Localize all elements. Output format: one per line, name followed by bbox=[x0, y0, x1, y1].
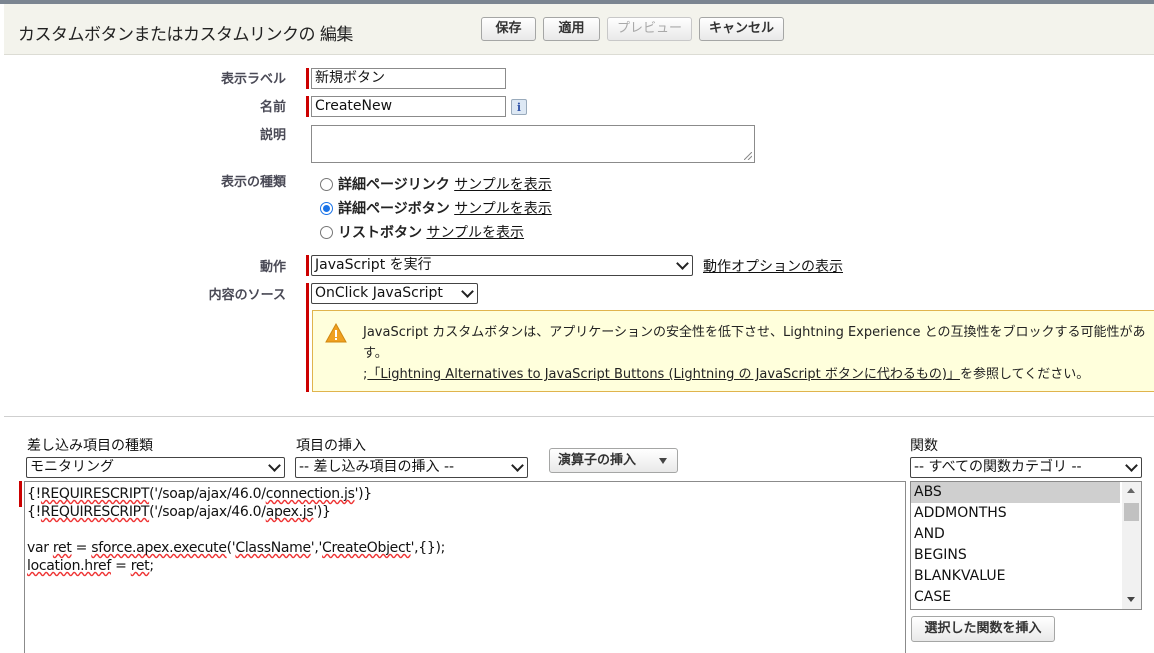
function-listbox[interactable]: ABS ADDMONTHS AND BEGINS BLANKVALUE CASE bbox=[910, 481, 1142, 610]
cancel-button[interactable]: キャンセル bbox=[699, 17, 784, 41]
radio-label: リストボタン bbox=[338, 225, 422, 241]
sample-link[interactable]: サンプルを表示 bbox=[454, 201, 552, 217]
behavior-label: 動作 bbox=[259, 260, 286, 275]
name-input[interactable]: CreateNew bbox=[311, 96, 506, 117]
insert-field-select[interactable]: -- 差し込み項目の挿入 -- bbox=[295, 457, 528, 478]
section-divider bbox=[4, 416, 1154, 417]
functions-label: 関数 bbox=[910, 438, 938, 454]
required-indicator bbox=[306, 255, 309, 276]
function-list-item[interactable]: ABS bbox=[911, 482, 1120, 503]
lightning-alternatives-link[interactable]: 「Lightning Alternatives to JavaScript Bu… bbox=[367, 367, 960, 382]
behavior-select-value: JavaScript を実行 bbox=[315, 257, 432, 273]
page-header: カスタムボタンまたはカスタムリンクの 編集 保存 適用 プレビュー キャンセル bbox=[4, 4, 1154, 55]
function-category-select[interactable]: -- すべての関数カテゴリ -- bbox=[910, 457, 1142, 478]
function-list-item[interactable]: BLANKVALUE bbox=[911, 566, 1120, 587]
warning-link-suffix: を参照してください。 bbox=[959, 367, 1090, 382]
scroll-up-icon[interactable] bbox=[1127, 488, 1135, 493]
code-line: {!REQUIRESCRIPT('/soap/ajax/46.0/apex.js… bbox=[27, 504, 331, 520]
radio-checked-icon[interactable] bbox=[320, 202, 333, 215]
apply-button[interactable]: 適用 bbox=[543, 17, 600, 41]
content-source-label: 内容のソース bbox=[208, 288, 286, 303]
required-indicator bbox=[306, 96, 309, 117]
behavior-options-link[interactable]: 動作オプションの表示 bbox=[703, 256, 843, 276]
function-list-item[interactable]: CASE bbox=[911, 587, 1120, 608]
insert-field-label: 項目の挿入 bbox=[296, 438, 366, 454]
description-textarea[interactable] bbox=[311, 125, 755, 163]
page-title: カスタムボタンまたはカスタムリンクの 編集 bbox=[18, 25, 353, 45]
code-editor[interactable]: {!REQUIRESCRIPT('/soap/ajax/46.0/connect… bbox=[24, 481, 906, 653]
content-source-select[interactable]: OnClick JavaScript bbox=[311, 283, 478, 304]
required-indicator bbox=[306, 68, 309, 89]
display-type-label: 表示の種類 bbox=[220, 175, 286, 190]
display-label-label: 表示ラベル bbox=[220, 72, 286, 87]
display-label-input[interactable]: 新規ボタン bbox=[311, 68, 506, 89]
function-list-item[interactable]: AND bbox=[911, 524, 1120, 545]
sample-link[interactable]: サンプルを表示 bbox=[426, 225, 524, 241]
chevron-down-icon bbox=[1125, 459, 1138, 472]
function-list-scrollbar[interactable] bbox=[1122, 482, 1141, 609]
function-list-item[interactable]: ADDMONTHS bbox=[911, 503, 1120, 524]
insert-operator-button[interactable]: 演算子の挿入 bbox=[549, 448, 678, 473]
merge-field-type-select[interactable]: モニタリング bbox=[26, 457, 285, 478]
radio-list-button[interactable]: リストボタン サンプルを表示 bbox=[320, 222, 524, 242]
code-line: location.href = ret; bbox=[27, 558, 154, 574]
merge-field-type-label: 差し込み項目の種類 bbox=[27, 438, 153, 454]
description-label: 説明 bbox=[259, 128, 286, 143]
chevron-down-icon bbox=[268, 459, 281, 472]
scroll-thumb[interactable] bbox=[1124, 503, 1139, 521]
preview-button: プレビュー bbox=[607, 17, 692, 41]
required-indicator bbox=[306, 283, 309, 392]
warning-icon bbox=[325, 323, 347, 343]
warning-message: JavaScript カスタムボタンは、アプリケーションの安全性を低下させ、Li… bbox=[312, 310, 1154, 392]
warning-text-line2: す。 bbox=[363, 346, 388, 361]
name-label: 名前 bbox=[259, 100, 286, 115]
insert-selected-function-button[interactable]: 選択した関数を挿入 bbox=[911, 616, 1055, 642]
scroll-down-icon[interactable] bbox=[1127, 597, 1135, 602]
merge-field-type-value: モニタリング bbox=[30, 459, 114, 475]
save-button[interactable]: 保存 bbox=[481, 17, 536, 41]
sample-link[interactable]: サンプルを表示 bbox=[454, 177, 552, 193]
function-list-item[interactable]: BEGINS bbox=[911, 545, 1120, 566]
resize-handle-icon[interactable] bbox=[744, 152, 752, 160]
radio-label: 詳細ページボタン bbox=[338, 201, 450, 217]
insert-field-value: -- 差し込み項目の挿入 -- bbox=[299, 459, 455, 475]
behavior-select[interactable]: JavaScript を実行 bbox=[311, 255, 693, 276]
warning-text-line1: JavaScript カスタムボタンは、アプリケーションの安全性を低下させ、Li… bbox=[363, 325, 1146, 340]
radio-icon[interactable] bbox=[320, 178, 333, 191]
radio-detail-page-link[interactable]: 詳細ページリンク サンプルを表示 bbox=[320, 174, 552, 194]
required-indicator bbox=[19, 481, 22, 507]
insert-operator-label: 演算子の挿入 bbox=[558, 453, 637, 468]
radio-label: 詳細ページリンク bbox=[338, 177, 450, 193]
chevron-down-icon bbox=[511, 459, 524, 472]
dropdown-triangle-icon bbox=[659, 458, 667, 464]
code-line: {!REQUIRESCRIPT('/soap/ajax/46.0/connect… bbox=[27, 486, 372, 502]
code-line: var ret = sforce.apex.execute('ClassName… bbox=[27, 540, 446, 556]
content-source-select-value: OnClick JavaScript bbox=[315, 285, 443, 301]
function-category-value: -- すべての関数カテゴリ -- bbox=[914, 459, 1082, 475]
chevron-down-icon bbox=[676, 257, 689, 270]
info-icon[interactable]: i bbox=[511, 99, 527, 115]
radio-icon[interactable] bbox=[320, 226, 333, 239]
radio-detail-page-button[interactable]: 詳細ページボタン サンプルを表示 bbox=[320, 198, 552, 218]
chevron-down-icon bbox=[461, 285, 474, 298]
